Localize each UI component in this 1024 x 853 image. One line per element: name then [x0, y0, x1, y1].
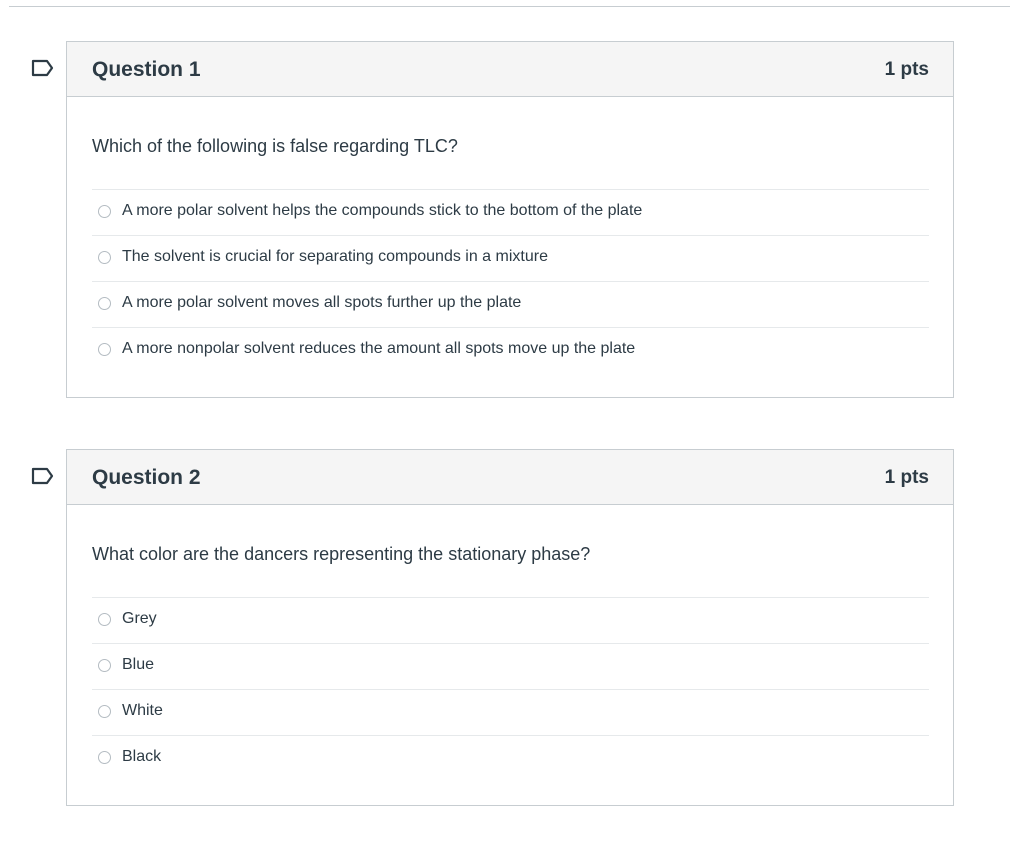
radio-button[interactable]	[98, 751, 111, 764]
answer-list: Grey Blue White Black	[92, 597, 929, 781]
answer-option[interactable]: A more polar solvent helps the compounds…	[92, 190, 929, 236]
question-title: Question 2	[92, 466, 201, 489]
question-1-header: Question 1 1 pts	[67, 42, 953, 97]
radio-button[interactable]	[98, 613, 111, 626]
radio-button[interactable]	[98, 251, 111, 264]
radio-button[interactable]	[98, 705, 111, 718]
answer-label: Blue	[122, 656, 155, 673]
radio-button[interactable]	[98, 343, 111, 356]
top-divider	[9, 6, 1010, 7]
radio-button[interactable]	[98, 205, 111, 218]
answer-option[interactable]: Black	[92, 736, 929, 781]
radio-button[interactable]	[98, 659, 111, 672]
question-points: 1 pts	[884, 467, 929, 488]
answer-option[interactable]: A more polar solvent moves all spots fur…	[92, 282, 929, 328]
answer-option[interactable]: The solvent is crucial for separating co…	[92, 236, 929, 282]
question-2-card: Question 2 1 pts What color are the danc…	[31, 449, 954, 806]
radio-button[interactable]	[98, 297, 111, 310]
question-text: What color are the dancers representing …	[92, 544, 591, 564]
answer-label: A more nonpolar solvent reduces the amou…	[122, 340, 636, 357]
answer-label: Grey	[122, 610, 157, 627]
question-title: Question 1	[92, 58, 201, 81]
answer-option[interactable]: A more nonpolar solvent reduces the amou…	[92, 328, 929, 373]
answer-label: Black	[122, 748, 162, 765]
answer-label: White	[122, 702, 163, 719]
answer-option[interactable]: White	[92, 690, 929, 736]
answer-label: A more polar solvent moves all spots fur…	[122, 294, 522, 311]
question-1-card: Question 1 1 pts Which of the following …	[31, 41, 954, 398]
answer-label: The solvent is crucial for separating co…	[122, 248, 548, 265]
answer-option[interactable]: Blue	[92, 644, 929, 690]
answer-list: A more polar solvent helps the compounds…	[92, 189, 929, 373]
answer-option[interactable]: Grey	[92, 598, 929, 644]
flag-question-2-icon[interactable]	[31, 467, 55, 485]
flag-question-1-icon[interactable]	[31, 59, 55, 77]
question-2-header: Question 2 1 pts	[67, 450, 953, 505]
question-points: 1 pts	[884, 59, 929, 80]
question-text: Which of the following is false regardin…	[92, 136, 458, 156]
answer-label: A more polar solvent helps the compounds…	[122, 202, 643, 219]
